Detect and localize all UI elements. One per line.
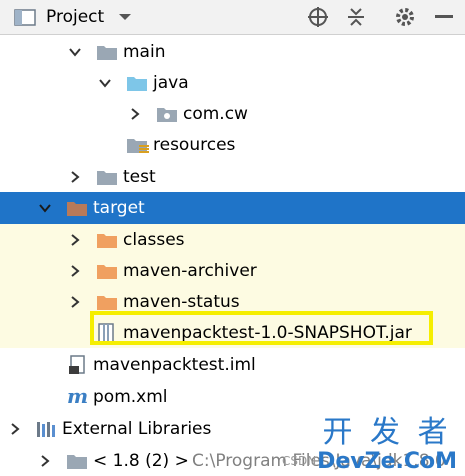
tree-item-label: classes bbox=[123, 229, 185, 250]
tree-item-iml[interactable]: mavenpacktest.iml bbox=[0, 349, 465, 380]
tree-item-java[interactable]: java bbox=[0, 67, 465, 98]
tree-item-label: maven-status bbox=[123, 291, 240, 312]
tree-item-main[interactable]: main bbox=[0, 36, 465, 67]
tree-item-maven-archiver[interactable]: maven-archiver bbox=[0, 255, 465, 286]
tree-item-classes[interactable]: classes bbox=[0, 224, 465, 255]
chevron-right-icon[interactable] bbox=[68, 233, 82, 247]
collapse-all-icon[interactable] bbox=[346, 0, 366, 34]
excluded-folder-icon bbox=[97, 231, 117, 249]
jdk-icon bbox=[67, 452, 87, 470]
chevron-right-icon[interactable] bbox=[128, 107, 142, 121]
chevron-down-icon[interactable] bbox=[38, 201, 52, 215]
tree-item-label: maven-archiver bbox=[123, 260, 257, 281]
project-view-title[interactable]: Project bbox=[46, 0, 104, 34]
chevron-right-icon[interactable] bbox=[68, 170, 82, 184]
excluded-folder-icon bbox=[97, 293, 117, 311]
svg-text:m: m bbox=[67, 386, 88, 406]
project-view-icon bbox=[14, 0, 36, 34]
tree-item-label: External Libraries bbox=[62, 418, 212, 439]
watermark-cn: 开 发 者 bbox=[322, 415, 452, 450]
tree-item-label: < 1.8 (2) > bbox=[93, 450, 189, 471]
tree-item-label: pom.xml bbox=[93, 386, 168, 407]
resources-folder-icon bbox=[127, 136, 149, 154]
tree-item-label: main bbox=[123, 41, 166, 62]
chevron-right-icon[interactable] bbox=[68, 264, 82, 278]
tree-item-label: java bbox=[153, 72, 189, 93]
iml-file-icon bbox=[68, 355, 88, 374]
folder-icon bbox=[97, 168, 117, 186]
chevron-right-icon[interactable] bbox=[68, 295, 82, 309]
folder-icon bbox=[97, 43, 117, 61]
project-tree: main java com.cw resources test target c… bbox=[0, 35, 465, 476]
tree-item-label: com.cw bbox=[183, 103, 248, 124]
tree-item-target[interactable]: target bbox=[0, 192, 465, 224]
tree-item-label: target bbox=[93, 198, 145, 218]
hide-icon[interactable] bbox=[435, 0, 453, 34]
libraries-icon bbox=[36, 419, 56, 437]
watermark-en: DevZe.CoM bbox=[317, 449, 457, 474]
tree-item-pom[interactable]: m pom.xml bbox=[0, 381, 465, 412]
excluded-folder-icon bbox=[67, 199, 87, 217]
gear-icon[interactable] bbox=[394, 0, 416, 34]
source-folder-icon bbox=[127, 74, 147, 92]
excluded-folder-icon bbox=[97, 262, 117, 280]
tree-item-resources[interactable]: resources bbox=[0, 129, 465, 160]
tree-item-com-cw[interactable]: com.cw bbox=[0, 98, 465, 129]
maven-icon: m bbox=[67, 384, 88, 408]
chevron-right-icon[interactable] bbox=[8, 422, 22, 436]
locate-icon[interactable] bbox=[307, 0, 329, 34]
chevron-down-icon[interactable] bbox=[118, 0, 132, 34]
chevron-right-icon[interactable] bbox=[38, 454, 52, 468]
jar-highlight-box bbox=[90, 311, 433, 345]
tree-item-label: mavenpacktest.iml bbox=[93, 354, 256, 375]
watermark-small: CSDN bbox=[282, 454, 317, 468]
package-icon bbox=[157, 105, 177, 123]
project-toolbar: Project bbox=[0, 0, 465, 35]
tree-item-test[interactable]: test bbox=[0, 161, 465, 192]
tree-item-label: test bbox=[123, 166, 156, 187]
chevron-down-icon[interactable] bbox=[98, 76, 112, 90]
tree-item-label: resources bbox=[153, 134, 236, 155]
watermark: 开 发 者 DevZe.CoM bbox=[317, 416, 457, 474]
chevron-down-icon[interactable] bbox=[68, 45, 82, 59]
